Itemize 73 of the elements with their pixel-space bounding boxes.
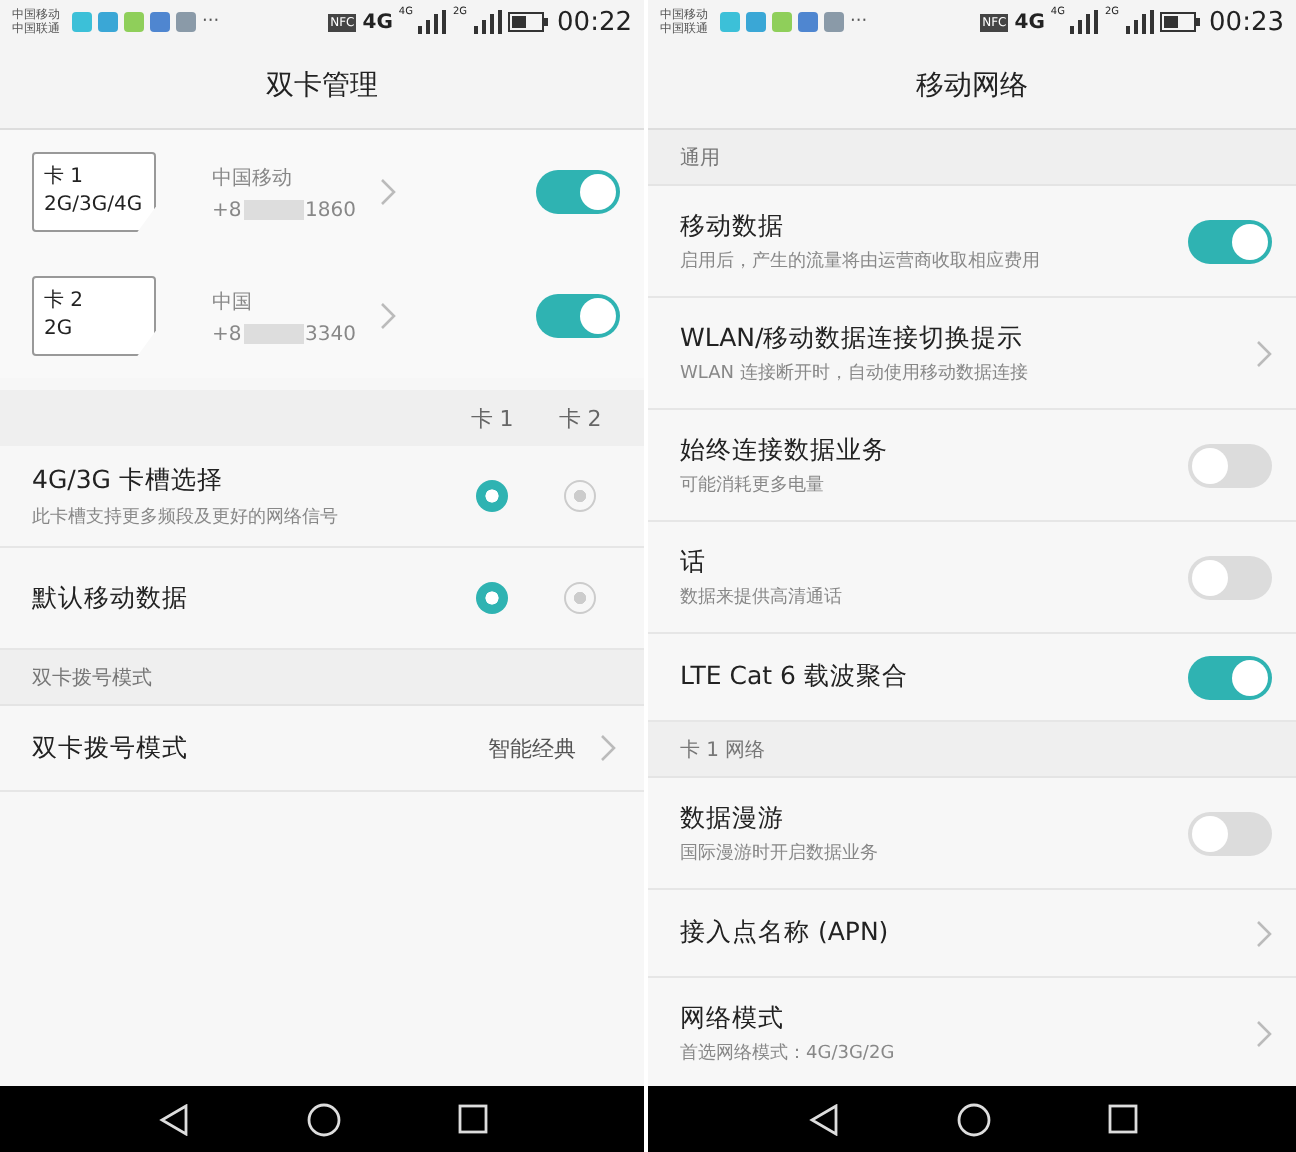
signal-icon (473, 10, 502, 34)
setting-title: 数据漫游 (680, 801, 786, 835)
setting-title: WLAN/移动数据连接切换提示 (680, 321, 1026, 355)
chevron-icon[interactable] (1256, 339, 1272, 367)
chevron-icon[interactable] (380, 302, 396, 330)
toggle-switch[interactable] (536, 294, 620, 338)
battery-icon (507, 12, 548, 32)
signal-icon (1125, 10, 1154, 34)
section-header: 通用 (680, 145, 720, 171)
column-label: 卡 2 (556, 403, 604, 433)
network-type: 4G (362, 11, 393, 33)
toggle-switch[interactable] (1188, 443, 1272, 487)
signal-icon (418, 10, 447, 34)
signal-icon (1070, 10, 1099, 34)
home-icon[interactable] (955, 1101, 991, 1137)
chevron-icon[interactable] (1256, 919, 1272, 947)
setting-title: 移动数据 (680, 209, 786, 243)
sim-name: 卡 2 (44, 288, 86, 316)
setting-subtitle: 首选网络模式：4G/3G/2G (680, 1041, 897, 1065)
recent-apps-icon[interactable] (1107, 1104, 1137, 1134)
screen-title: 双卡管理 (266, 68, 378, 104)
toggle-switch[interactable] (1188, 655, 1272, 699)
home-icon[interactable] (305, 1101, 341, 1137)
network-type: 4G (1014, 11, 1045, 33)
more-notifications: ··· (202, 12, 220, 32)
setting-subtitle: 数据来提供高清通话 (680, 585, 844, 609)
toggle-switch[interactable] (1188, 811, 1272, 855)
setting-subtitle: 此卡槽支持更多频段及更好的网络信号 (32, 505, 340, 529)
blurred-number (243, 324, 304, 344)
setting-subtitle: 启用后，产生的流量将由运营商收取相应费用 (680, 249, 1042, 273)
setting-title: 默认移动数据 (32, 581, 190, 615)
phone-number-end: 3340 (305, 323, 356, 345)
chevron-icon[interactable] (600, 734, 616, 762)
setting-title: 话 (680, 545, 708, 579)
setting-subtitle: 可能消耗更多电量 (680, 473, 826, 497)
radio-button[interactable] (476, 480, 508, 512)
setting-title: 接入点名称 (APN) (680, 916, 891, 950)
column-label: 卡 1 (468, 403, 516, 433)
phone-number-start: +8 (212, 199, 242, 221)
radio-button[interactable] (476, 582, 508, 614)
screen-title: 移动网络 (916, 68, 1028, 104)
recent-apps-icon[interactable] (457, 1104, 487, 1134)
radio-button[interactable] (564, 582, 596, 614)
back-icon[interactable] (807, 1103, 839, 1135)
more-notifications: ··· (850, 12, 868, 32)
toggle-switch[interactable] (1188, 219, 1272, 263)
section-header: 双卡拨号模式 (32, 665, 152, 691)
battery-icon (1159, 12, 1200, 32)
toggle-switch[interactable] (1188, 555, 1272, 599)
clock: 00:23 (1209, 7, 1284, 37)
setting-title: 4G/3G 卡槽选择 (32, 463, 225, 497)
phone-number-end: 1860 (305, 199, 356, 221)
sim-carrier: 中国 (212, 289, 254, 315)
sim-bands: 2G (44, 316, 154, 344)
blurred-number (243, 200, 304, 220)
sim-bands: 2G/3G/4G (44, 192, 154, 220)
setting-subtitle: WLAN 连接断开时，自动使用移动数据连接 (680, 361, 1030, 385)
setting-title: LTE Cat 6 载波聚合 (680, 660, 910, 694)
setting-value: 智能经典 (488, 733, 576, 763)
setting-title: 双卡拨号模式 (32, 731, 188, 765)
setting-title: 网络模式 (680, 1001, 786, 1035)
chevron-icon[interactable] (380, 178, 396, 206)
chevron-icon[interactable] (1256, 1019, 1272, 1047)
section-header: 卡 1 网络 (680, 737, 766, 763)
sim-name: 卡 1 (44, 164, 86, 192)
back-icon[interactable] (157, 1103, 189, 1135)
toggle-switch[interactable] (536, 170, 620, 214)
setting-subtitle: 国际漫游时开启数据业务 (680, 841, 880, 865)
setting-title: 始终连接数据业务 (680, 433, 890, 467)
clock: 00:22 (557, 7, 632, 37)
sim-carrier: 中国移动 (212, 165, 294, 191)
phone-number-start: +8 (212, 323, 242, 345)
radio-button[interactable] (564, 480, 596, 512)
